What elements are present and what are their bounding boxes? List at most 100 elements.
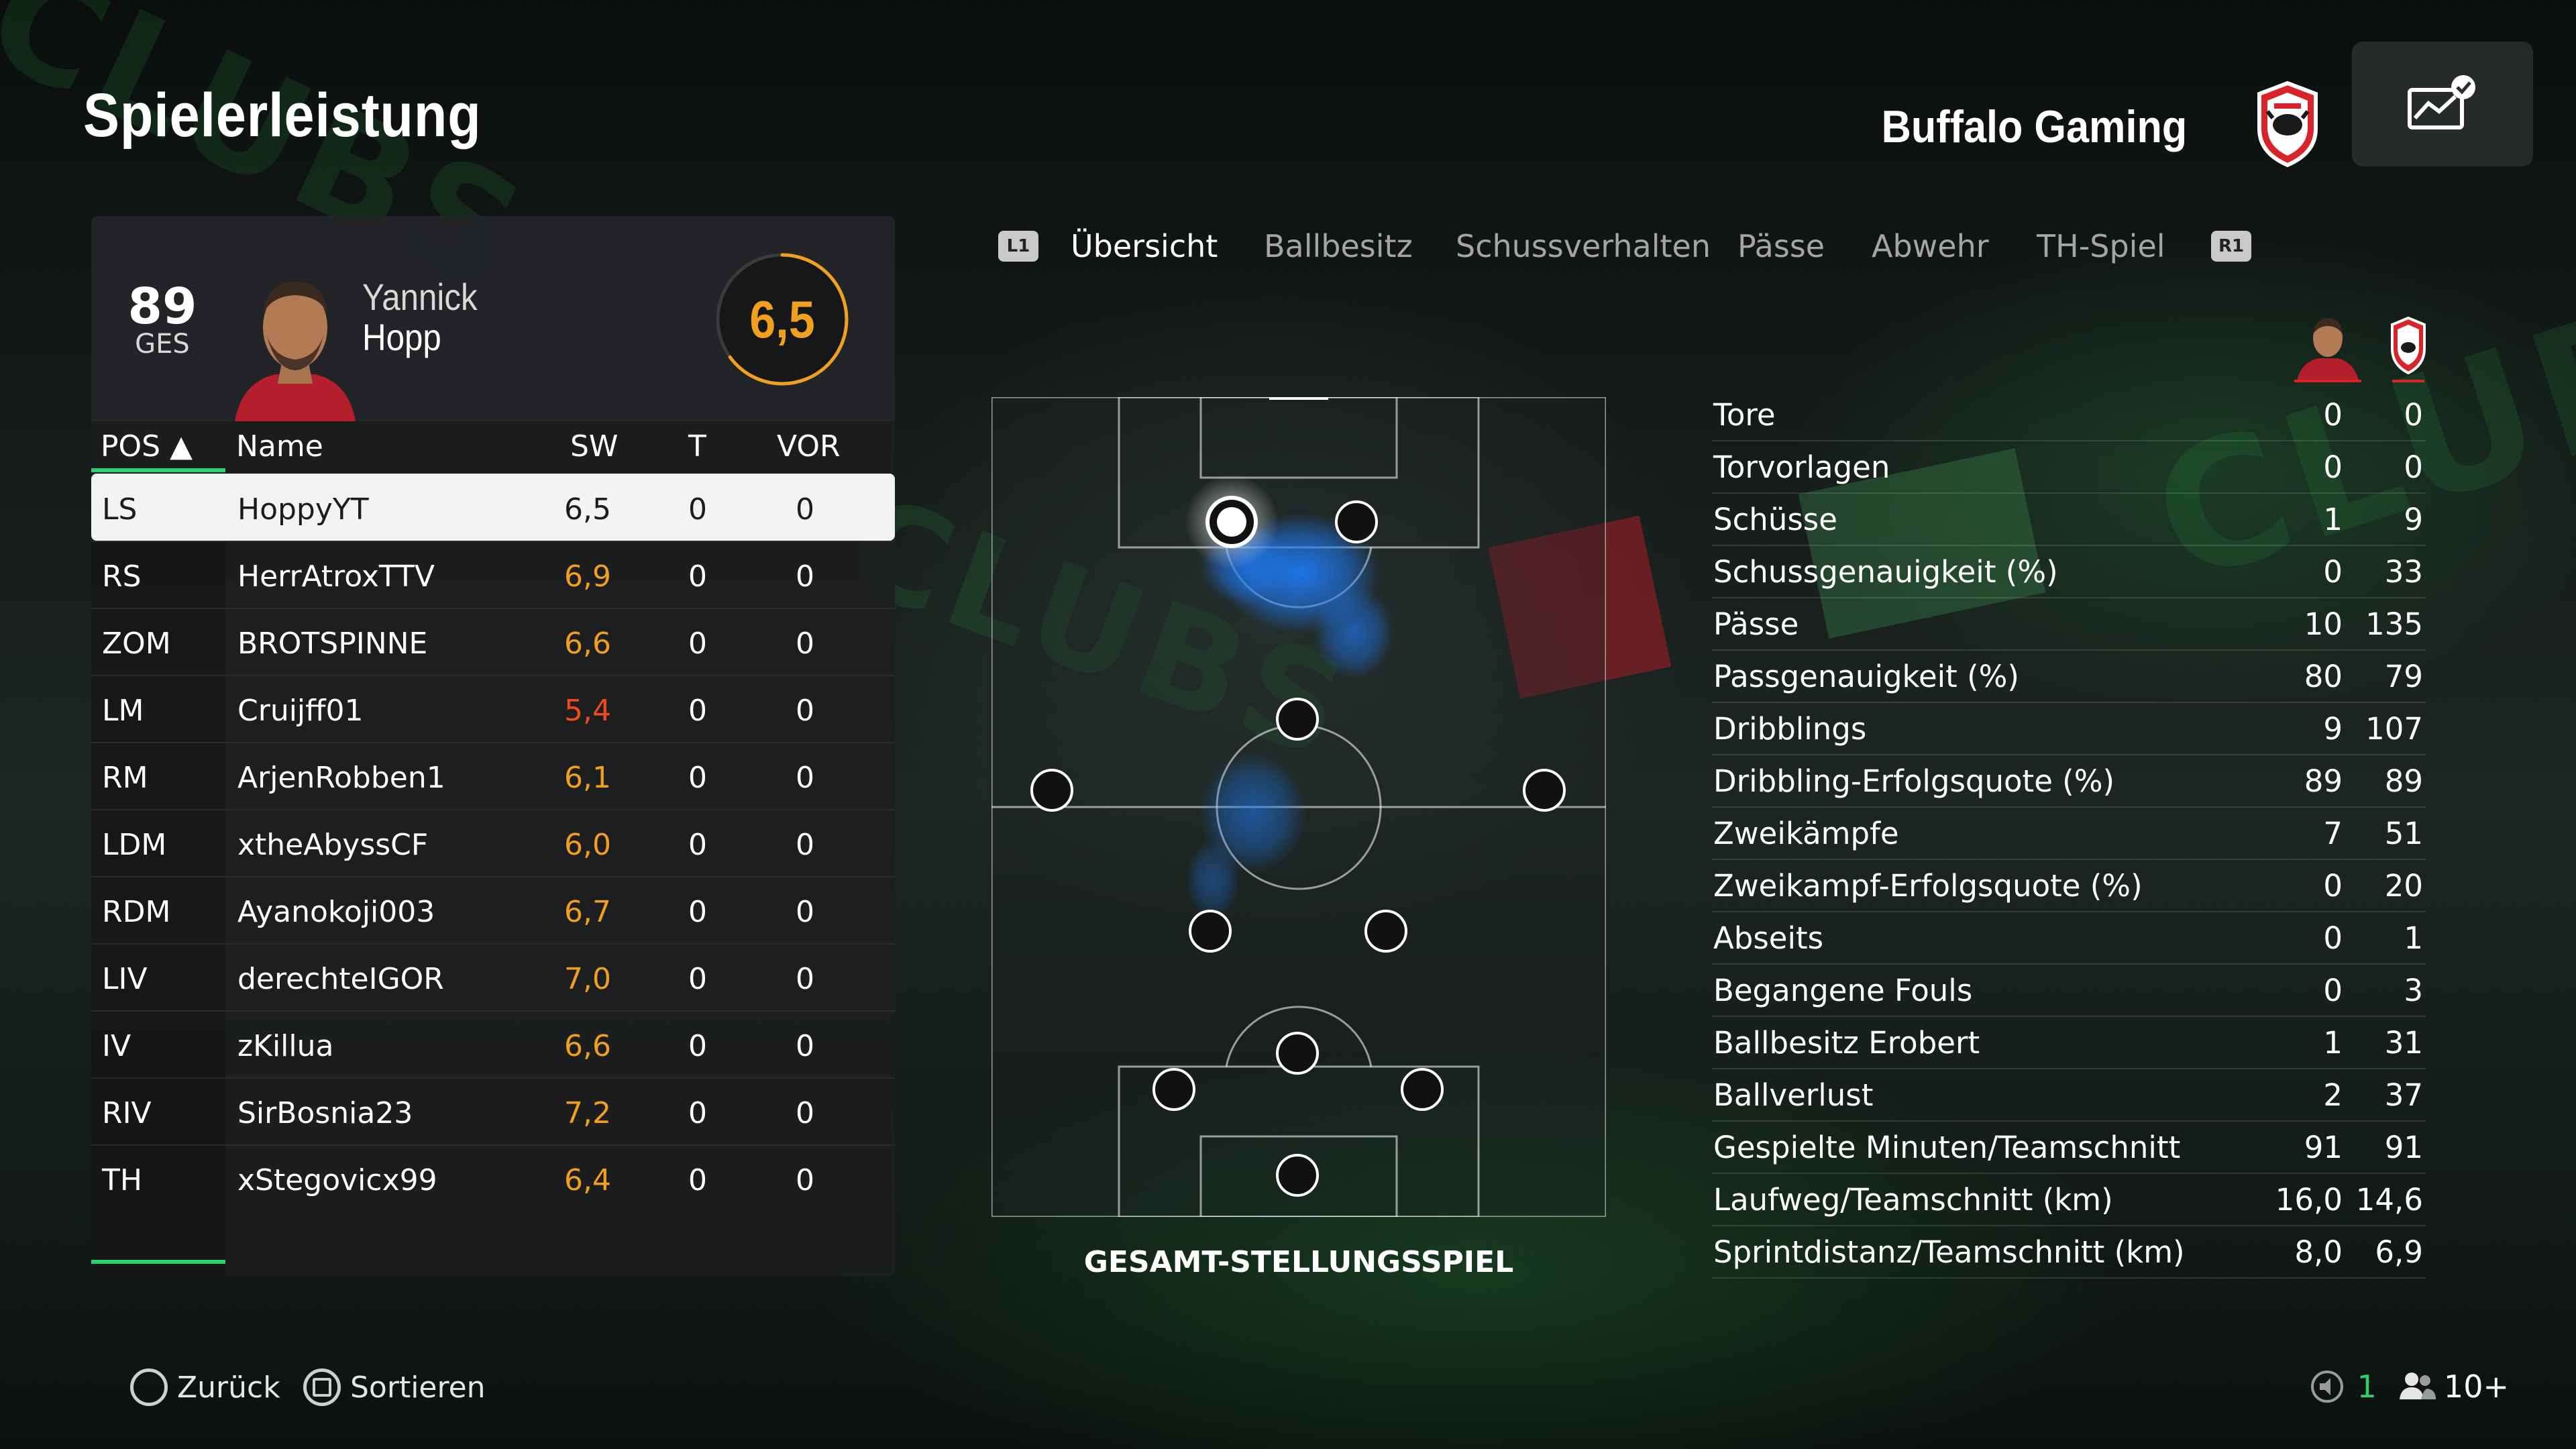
table-row[interactable]: RIV SirBosnia23 7,2 0 0	[91, 1077, 895, 1144]
table-row[interactable]: IV zKillua 6,6 0 0	[91, 1010, 895, 1077]
stat-row: Schussgenauigkeit (%) 0 33	[1712, 545, 2426, 598]
circle-button-icon	[130, 1368, 168, 1406]
stat-label: Laufweg/Teamschnitt (km)	[1713, 1182, 2113, 1218]
stat-row: Ballbesitz Erobert 1 31	[1712, 1016, 2426, 1069]
player-name-cell: derechteIGOR	[237, 962, 444, 996]
stat-row: Ballverlust 2 37	[1712, 1068, 2426, 1122]
stat-label: Zweikämpfe	[1713, 816, 1899, 851]
stats-view-button[interactable]	[2352, 42, 2533, 166]
column-header-name[interactable]: Name	[236, 429, 323, 464]
table-row[interactable]: LDM xtheAbyssCF 6,0 0 0	[91, 809, 895, 876]
back-button[interactable]: Zurück	[130, 1368, 280, 1406]
goals-cell: 0	[688, 828, 707, 862]
player-first-name: Yannick	[362, 276, 478, 318]
scroll-indicator	[91, 1260, 225, 1264]
table-row[interactable]: TH xStegovicx99 6,4 0 0	[91, 1144, 895, 1212]
stat-team-value: 135	[2365, 606, 2423, 642]
match-rating-cell: 7,0	[564, 962, 611, 996]
goals-cell: 0	[688, 627, 707, 661]
column-header-sw[interactable]: SW	[570, 429, 618, 464]
player-marker	[1276, 1154, 1319, 1197]
overall-label: GES	[135, 329, 190, 360]
table-row[interactable]: RM ArjenRobben1 6,1 0 0	[91, 742, 895, 809]
player-name-cell: SirBosnia23	[237, 1096, 413, 1130]
goals-cell: 0	[688, 1163, 707, 1197]
assists-cell: 0	[796, 1096, 814, 1130]
stat-team-value: 51	[2384, 816, 2423, 851]
player-name-cell: Ayanokoji003	[237, 895, 435, 929]
table-row[interactable]: LM Cruijff01 5,4 0 0	[91, 675, 895, 742]
stat-player-value: 0	[2323, 449, 2343, 485]
stat-player-value: 0	[2323, 973, 2343, 1008]
position-cell: ZOM	[102, 627, 171, 661]
overall-rating: 89	[127, 278, 197, 335]
sort-label: Sortieren	[350, 1370, 486, 1405]
stat-label: Pässe	[1713, 606, 1799, 642]
tab-paesse[interactable]: Pässe	[1737, 228, 1825, 264]
table-row[interactable]: LS HoppyYT 6,5 0 0	[91, 474, 895, 541]
tab-uebersicht[interactable]: Übersicht	[1071, 228, 1218, 264]
tab-schussverhalten[interactable]: Schussverhalten	[1456, 228, 1711, 264]
goals-cell: 0	[688, 1029, 707, 1063]
table-row[interactable]: RDM Ayanokoji003 6,7 0 0	[91, 876, 895, 943]
table-row[interactable]: ZOM BROTSPINNE 6,6 0 0	[91, 608, 895, 675]
position-cell: RM	[102, 761, 148, 795]
stat-player-value: 0	[2323, 868, 2343, 904]
table-row[interactable]: RS HerrAtroxTTV 6,9 0 0	[91, 541, 895, 608]
goals-cell: 0	[688, 1096, 707, 1130]
stat-player-value: 16,0	[2275, 1182, 2343, 1218]
stat-player-value: 91	[2304, 1130, 2343, 1165]
l1-button-icon[interactable]: L1	[998, 231, 1038, 262]
player-name-cell: Cruijff01	[237, 694, 364, 728]
position-cell: RIV	[102, 1096, 152, 1130]
stat-row: Gespielte Minuten/Teamschnitt 91 91	[1712, 1120, 2426, 1174]
stat-label: Abseits	[1713, 920, 1824, 956]
stat-label: Schüsse	[1713, 502, 1837, 537]
tab-th-spiel[interactable]: TH-Spiel	[2037, 228, 2165, 264]
r1-button-icon[interactable]: R1	[2211, 231, 2251, 262]
people-icon	[2399, 1373, 2436, 1399]
stat-team-value: 33	[2384, 554, 2423, 590]
assists-cell: 0	[796, 559, 814, 594]
chart-check-icon	[2408, 75, 2475, 129]
pitch-caption: GESAMT-STELLUNGSSPIEL	[1083, 1245, 1514, 1279]
stat-team-value: 31	[2384, 1025, 2423, 1061]
player-portrait	[235, 282, 356, 421]
stat-team-value: 9	[2404, 502, 2423, 537]
sort-button[interactable]: Sortieren	[303, 1368, 486, 1406]
goals-cell: 0	[688, 492, 707, 527]
match-rating-value: 6,5	[749, 289, 815, 349]
voice-count: 1	[2357, 1368, 2377, 1405]
stats-column-icons	[2294, 316, 2426, 382]
team-name: Buffalo Gaming	[1881, 101, 2187, 152]
column-header-t[interactable]: T	[688, 429, 706, 464]
sort-column-indicator	[91, 468, 225, 472]
column-header-vor[interactable]: VOR	[777, 429, 841, 464]
stat-player-value: 10	[2304, 606, 2343, 642]
assists-cell: 0	[796, 828, 814, 862]
player-marker	[1335, 500, 1378, 543]
position-column-filler	[91, 1210, 225, 1276]
player-table: LS HoppyYT 6,5 0 0 RS HerrAtroxTTV 6,9 0 0 ZOM BROT…	[91, 474, 895, 1212]
column-header-pos[interactable]: POS ▲	[101, 429, 193, 464]
page-title: Spielerleistung	[83, 81, 482, 150]
player-name-cell: HerrAtroxTTV	[237, 559, 435, 594]
match-rating-cell: 6,6	[564, 627, 611, 661]
stat-team-value: 0	[2404, 449, 2423, 485]
match-rating-cell: 6,5	[564, 492, 611, 527]
player-name-cell: xtheAbyssCF	[237, 828, 429, 862]
stat-player-value: 2	[2323, 1077, 2343, 1113]
player-marker	[1401, 1068, 1444, 1111]
player-marker	[1364, 910, 1407, 953]
stat-team-value: 14,6	[2355, 1182, 2423, 1218]
stat-row: Zweikampf-Erfolgsquote (%) 0 20	[1712, 859, 2426, 912]
buffalo-crest-icon	[2257, 80, 2318, 168]
stat-row: Abseits 0 1	[1712, 911, 2426, 965]
tab-ballbesitz[interactable]: Ballbesitz	[1264, 228, 1413, 264]
tab-abwehr[interactable]: Abwehr	[1872, 228, 1989, 264]
stat-player-value: 7	[2323, 816, 2343, 851]
assists-cell: 0	[796, 962, 814, 996]
assists-cell: 0	[796, 627, 814, 661]
player-name-cell: BROTSPINNE	[237, 627, 428, 661]
table-row[interactable]: LIV derechteIGOR 7,0 0 0	[91, 943, 895, 1010]
